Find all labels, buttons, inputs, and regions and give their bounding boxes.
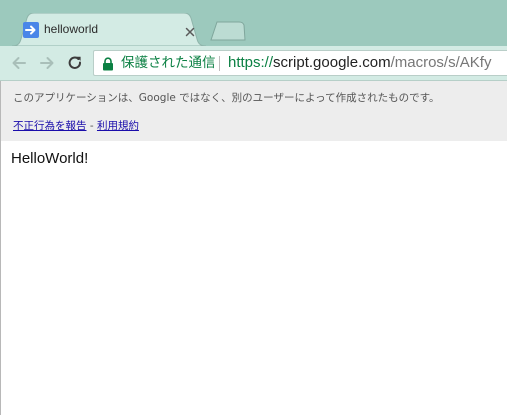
back-arrow-icon[interactable]: [10, 54, 28, 72]
reload-icon[interactable]: [66, 54, 84, 72]
omnibox-divider: [219, 56, 220, 71]
warning-message: このアプリケーションは、Google ではなく、別のユーザーによって作成されたも…: [13, 92, 440, 104]
url-path: /macros/s/AKfy: [390, 54, 492, 71]
page-content: このアプリケーションは、Google ではなく、別のユーザーによって作成されたも…: [0, 81, 507, 415]
url-host: script.google.com: [273, 54, 391, 71]
tab-background: [12, 13, 206, 46]
tab-helloworld[interactable]: helloworld: [12, 13, 206, 46]
page-body-text: HelloWorld!: [11, 150, 89, 167]
report-abuse-link[interactable]: 不正行為を報告: [13, 120, 87, 132]
address-bar[interactable]: 保護された通信 https://script.google.com/macros…: [93, 50, 507, 76]
link-separator: -: [86, 120, 97, 132]
lock-icon[interactable]: [102, 56, 114, 71]
url-scheme: https://: [228, 54, 274, 71]
close-icon[interactable]: [184, 23, 196, 37]
browser-toolbar: 保護された通信 https://script.google.com/macros…: [0, 46, 507, 81]
apps-script-arrow-icon: [23, 22, 39, 38]
warning-links: 不正行為を報告 - 利用規約: [13, 119, 139, 133]
apps-script-warning-banner: このアプリケーションは、Google ではなく、別のユーザーによって作成されたも…: [1, 81, 507, 141]
url-text[interactable]: https://script.google.com/macros/s/AKfy: [228, 54, 491, 72]
new-tab-button[interactable]: [209, 20, 247, 42]
tab-strip: helloworld: [0, 0, 507, 46]
terms-of-service-link[interactable]: 利用規約: [97, 120, 139, 132]
tab-title: helloworld: [44, 22, 99, 36]
forward-arrow-icon[interactable]: [38, 54, 56, 72]
secure-connection-label[interactable]: 保護された通信: [121, 55, 216, 72]
